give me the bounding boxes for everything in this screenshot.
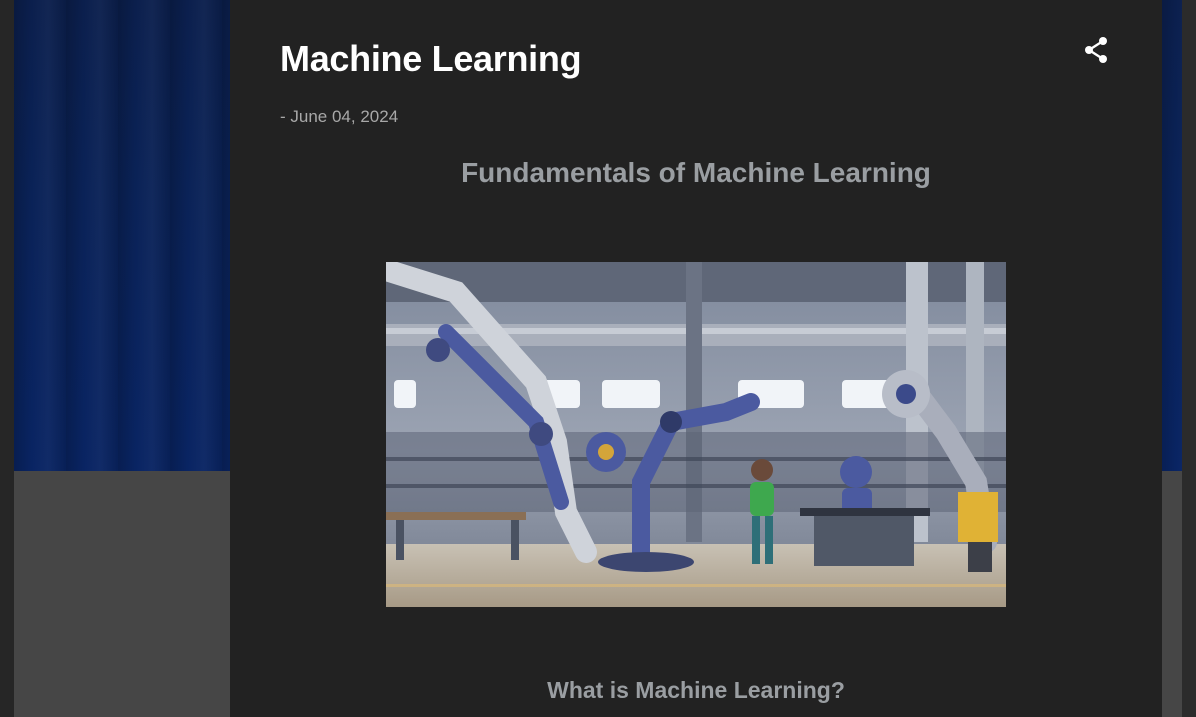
- post-subtitle: Fundamentals of Machine Learning: [461, 157, 931, 188]
- blog-page: Machine Learning - June 04, 2024 Fundame…: [0, 0, 1196, 717]
- post-image-illustration: [386, 262, 1006, 607]
- share-button[interactable]: [1078, 34, 1114, 70]
- post-container: Machine Learning - June 04, 2024 Fundame…: [230, 0, 1162, 717]
- post-title[interactable]: Machine Learning: [280, 38, 582, 80]
- scrollbar-track[interactable]: [1182, 0, 1196, 717]
- post-date[interactable]: - June 04, 2024: [280, 107, 398, 127]
- share-icon: [1083, 36, 1109, 69]
- section-heading: What is Machine Learning?: [547, 677, 845, 703]
- robot-factory-illustration[interactable]: [386, 262, 1006, 607]
- left-edge-strip: [0, 0, 14, 717]
